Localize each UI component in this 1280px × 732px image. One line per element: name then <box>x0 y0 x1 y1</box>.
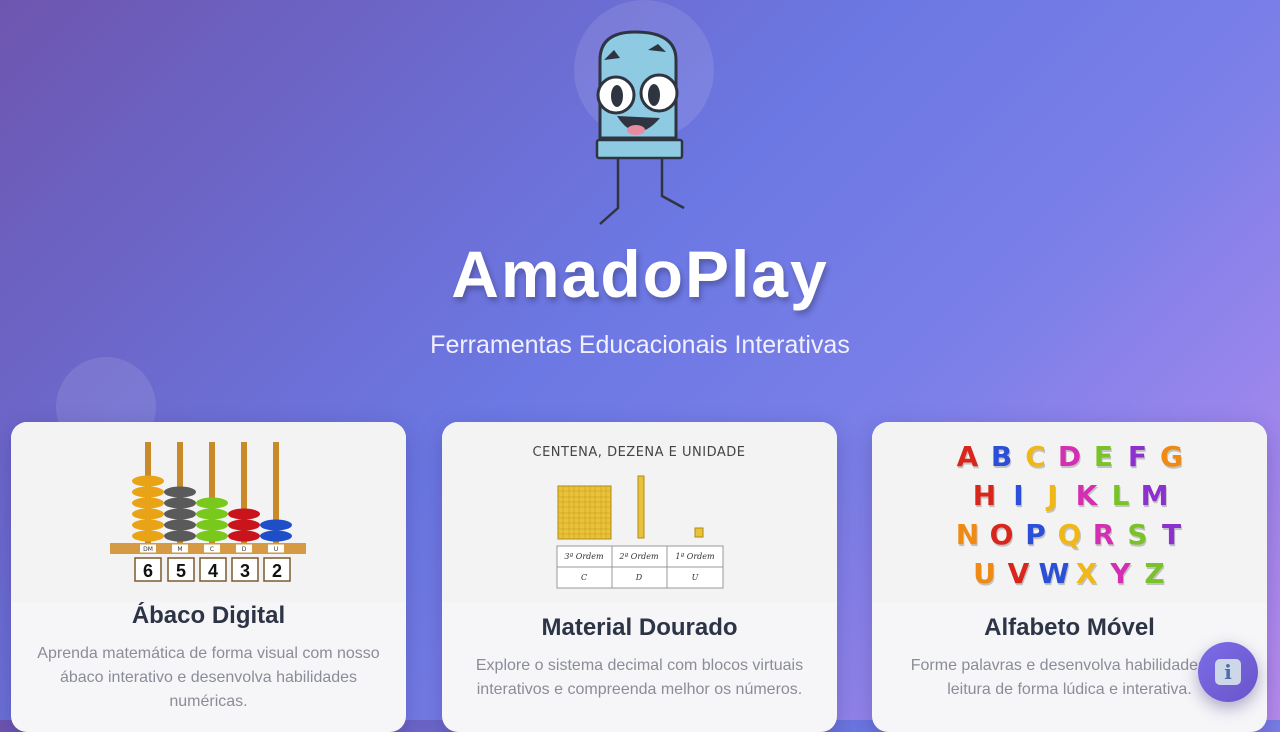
alphabet-letter: V <box>1007 557 1030 590</box>
alphabet-letter: Y <box>1110 557 1131 590</box>
abacus-digit: 4 <box>208 561 218 581</box>
info-button[interactable]: i <box>1198 642 1258 702</box>
info-icon: i <box>1215 659 1241 685</box>
material-dourado-image: CENTENA, DEZENA E UNIDADE 3ª Ordem 2ª Or… <box>442 422 837 602</box>
card-description: Forme palavras e desenvolva habilidades … <box>910 657 1229 698</box>
order-letter: C <box>581 573 587 582</box>
alphabet-row: UVWXYZ <box>872 557 1267 590</box>
alphabet-letter: Q <box>1057 518 1082 551</box>
alphabet-row: HIJKLM <box>872 479 1267 512</box>
alphabet-row: ABCDEFG <box>872 440 1267 473</box>
alphabet-letter: M <box>1140 479 1169 512</box>
image-heading: CENTENA, DEZENA E UNIDADE <box>533 445 746 460</box>
alphabet-letters: ABCDEFG HIJKLM NOPQRST UVWXYZ <box>872 440 1267 596</box>
alphabet-letter: O <box>989 518 1014 551</box>
alphabet-letter: R <box>1092 518 1115 551</box>
order-label: 1ª Ordem <box>675 552 715 561</box>
place-label: DM <box>143 546 153 553</box>
abacus-image: DM M C D U 6 5 4 3 2 <box>11 422 406 602</box>
abacus-digit: 6 <box>143 561 153 581</box>
alphabet-letter: Z <box>1144 557 1165 590</box>
alphabet-letter: S <box>1127 518 1148 551</box>
alphabet-letter: D <box>1057 440 1082 473</box>
alphabet-letter: N <box>955 518 980 551</box>
alphabet-letter: J <box>1047 479 1058 512</box>
alphabet-letter: K <box>1075 479 1098 512</box>
alphabet-row: NOPQRST <box>872 518 1267 551</box>
card-abaco-digital[interactable]: DM M C D U 6 5 4 3 2 Ábaco Digital Apren… <box>11 422 406 732</box>
alphabet-letter: X <box>1075 557 1098 590</box>
alphabet-letter: H <box>972 479 997 512</box>
alphabet-letter: P <box>1025 518 1046 551</box>
alphabet-letter: F <box>1127 440 1148 473</box>
card-title: Alfabeto Móvel <box>984 614 1155 641</box>
card-description: Aprenda matemática de forma visual com n… <box>37 645 380 710</box>
abacus-illustration: DM M C D U 6 5 4 3 2 <box>110 442 306 582</box>
alphabet-letter: U <box>973 557 996 590</box>
app-title: AmadoPlay <box>451 237 829 311</box>
alfabeto-image: ABCDEFG HIJKLM NOPQRST UVWXYZ <box>872 422 1267 602</box>
place-label: C <box>210 546 214 553</box>
alphabet-letter: A <box>956 440 979 473</box>
place-label: M <box>177 546 182 553</box>
order-letter: U <box>692 573 699 582</box>
abacus-digit: 2 <box>272 561 282 581</box>
mascot-illustration <box>595 30 685 225</box>
alphabet-letter: C <box>1025 440 1046 473</box>
material-dourado-illustration: CENTENA, DEZENA E UNIDADE 3ª Ordem 2ª Or… <box>533 445 746 589</box>
abacus-digit: 3 <box>240 561 250 581</box>
alphabet-letter: G <box>1160 440 1183 473</box>
alphabet-letter: T <box>1161 518 1182 551</box>
card-description: Explore o sistema decimal com blocos vir… <box>475 657 804 698</box>
card-title: Material Dourado <box>541 614 738 641</box>
order-label: 3ª Ordem <box>564 552 604 561</box>
order-letter: D <box>635 573 643 582</box>
card-material-dourado[interactable]: CENTENA, DEZENA E UNIDADE 3ª Ordem 2ª Or… <box>442 422 837 732</box>
alphabet-letter: W <box>1038 557 1070 590</box>
alphabet-letter: I <box>1013 479 1024 512</box>
alphabet-letter: B <box>990 440 1013 473</box>
place-label: D <box>242 546 247 553</box>
abacus-digit: 5 <box>176 561 186 581</box>
card-title: Ábaco Digital <box>131 602 286 629</box>
app-subtitle: Ferramentas Educacionais Interativas <box>430 331 850 359</box>
alphabet-letter: E <box>1093 440 1114 473</box>
place-label: U <box>274 546 278 553</box>
alphabet-letter: L <box>1111 479 1130 512</box>
order-label: 2ª Ordem <box>618 552 659 561</box>
